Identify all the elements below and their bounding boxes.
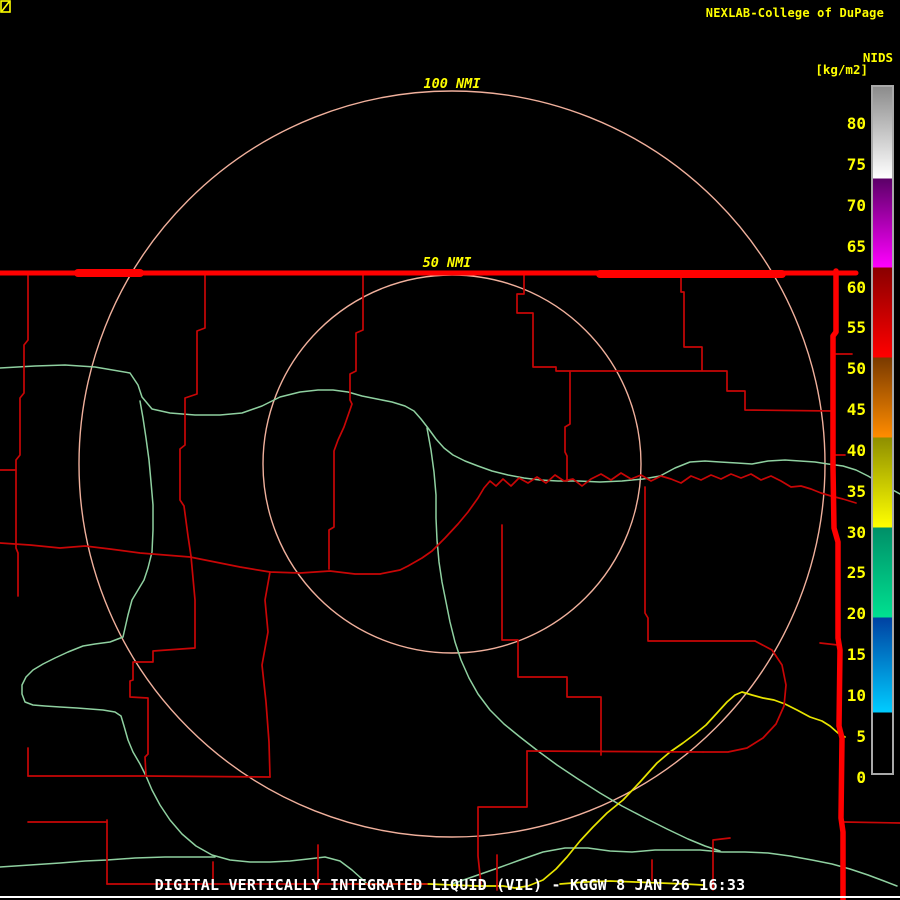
scale-tick-20: 20: [846, 604, 866, 623]
county-line: [129, 555, 196, 777]
scale-tick-25: 25: [846, 563, 866, 582]
county-line: [261, 571, 271, 778]
county-line: [819, 642, 839, 646]
county-line: [501, 524, 602, 756]
county-line: [644, 486, 756, 642]
range-ring-label: 50 NMI: [423, 255, 472, 271]
county-line: [15, 272, 29, 597]
scale-tick-55: 55: [846, 318, 866, 337]
river-line: [426, 427, 721, 852]
scale-tick-45: 45: [846, 400, 866, 419]
county-line: [477, 750, 528, 885]
scale-tick-65: 65: [846, 237, 866, 256]
radar-map: 50 NMI 100 NMI: [0, 76, 900, 900]
county-line: [0, 472, 857, 575]
scale-tick-10: 10: [846, 686, 866, 705]
county-line: [328, 272, 364, 570]
county-line: [564, 371, 571, 482]
county-line: [843, 821, 900, 824]
river-line: [0, 364, 900, 495]
scale-tick-15: 15: [846, 645, 866, 664]
range-ring: [78, 90, 826, 838]
range-ring: [262, 274, 642, 654]
scale-tick-75: 75: [846, 155, 866, 174]
site-credit: NEXLAB-College of DuPage: [705, 6, 884, 20]
scale-tick-50: 50: [846, 359, 866, 378]
scale-tick-40: 40: [846, 441, 866, 460]
scale-tick-30: 30: [846, 523, 866, 542]
range-ring-label: 100 NMI: [424, 76, 481, 92]
scale-tick-60: 60: [846, 278, 866, 297]
scale-tick-70: 70: [846, 196, 866, 215]
scale-tick-0: 0: [856, 768, 866, 787]
county-line: [526, 750, 704, 753]
highway-line: [354, 691, 846, 889]
bottom-divider: [0, 896, 900, 898]
county-line: [680, 272, 703, 371]
county-line: [516, 272, 834, 412]
scale-tick-35: 35: [846, 482, 866, 501]
county-line: [27, 775, 271, 778]
radar-screen: 50 NMI 100 NMI NEXLAB-College of DuPage N…: [0, 0, 900, 900]
scale-tick-80: 80: [846, 114, 866, 133]
cod-logo-icon: [0, 0, 11, 13]
scale-tick-5: 5: [856, 727, 866, 746]
scale-units: [kg/m2]: [815, 62, 868, 77]
color-scale-bar: [871, 85, 894, 775]
product-caption: DIGITAL VERTICALLY INTEGRATED LIQUID (VI…: [154, 876, 746, 894]
